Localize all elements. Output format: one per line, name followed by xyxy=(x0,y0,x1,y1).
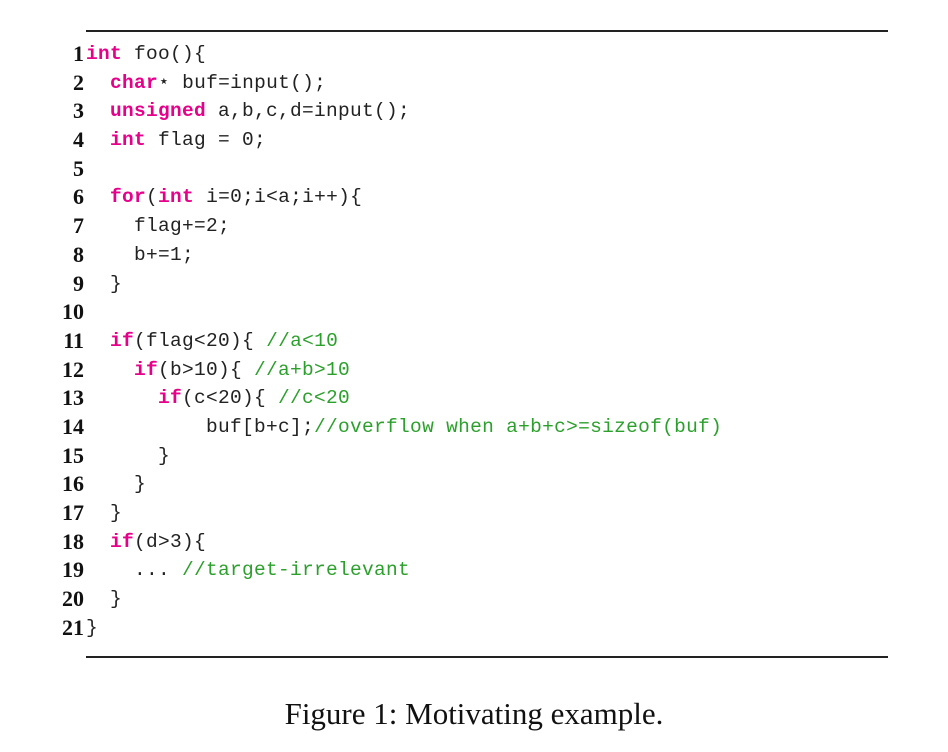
line-number: 5 xyxy=(73,155,84,181)
keyword: if xyxy=(110,530,135,553)
line-number: 9 xyxy=(73,270,84,296)
line-number: 16 xyxy=(62,471,84,497)
bottom-rule xyxy=(86,656,888,658)
comment: //a<10 xyxy=(266,329,339,352)
line-source: } xyxy=(86,499,122,528)
line-source: } xyxy=(86,614,98,643)
code-text: foo(){ xyxy=(122,43,207,65)
comment: //target-irrelevant xyxy=(182,559,411,582)
code-text: (d>3){ xyxy=(134,530,207,553)
code-text: (c<20){ xyxy=(182,387,279,410)
line-source: if(d>3){ xyxy=(86,528,206,557)
comment: //c<20 xyxy=(278,387,351,410)
keyword: if xyxy=(134,358,159,381)
code-text: b+=1; xyxy=(86,243,195,266)
keyword: unsigned xyxy=(110,100,207,123)
line-number: 17 xyxy=(62,500,84,525)
line-number: 4 xyxy=(73,127,84,153)
line-source: } xyxy=(86,470,146,499)
code-text: flag+=2; xyxy=(86,215,231,238)
line-source: } xyxy=(86,442,170,471)
line-source: if(flag<20){ //a<10 xyxy=(86,327,338,356)
code-text: (b>10){ xyxy=(158,358,255,381)
code-text: buf[b+c]; xyxy=(86,415,315,438)
code-text: } xyxy=(86,588,123,611)
keyword: if xyxy=(158,387,183,410)
line-number: 6 xyxy=(73,184,84,210)
keyword: int xyxy=(158,186,195,209)
line-source: for(int i=0;i<a;i++){ xyxy=(86,183,362,212)
code-text: flag = 0; xyxy=(146,129,267,152)
code-text: } xyxy=(86,473,147,496)
line-source: b+=1; xyxy=(86,241,194,270)
line-number: 7 xyxy=(73,213,84,239)
line-number: 21 xyxy=(62,614,84,640)
line-source: int flag = 0; xyxy=(86,126,266,155)
line-number: 15 xyxy=(62,442,84,468)
line-source: char⋆ buf=input(); xyxy=(86,69,326,98)
top-rule xyxy=(86,30,888,32)
code-text: ⋆ buf=input(); xyxy=(158,71,327,94)
line-source: if(c<20){ //c<20 xyxy=(86,384,350,413)
line-source: } xyxy=(86,585,122,614)
code-text: } xyxy=(86,272,123,295)
line-number: 11 xyxy=(63,327,84,353)
figure-caption: Figure 1: Motivating example. xyxy=(284,696,664,731)
line-source: flag+=2; xyxy=(86,212,230,241)
code-text: a,b,c,d=input(); xyxy=(206,100,411,123)
keyword: int xyxy=(110,129,147,152)
line-source: if(b>10){ //a+b>10 xyxy=(86,356,350,385)
code-text: } xyxy=(86,444,171,467)
line-number: 18 xyxy=(62,528,84,554)
code-text: } xyxy=(86,616,99,639)
keyword: if xyxy=(110,329,135,352)
line-number: 20 xyxy=(62,586,84,612)
line-number: 8 xyxy=(73,241,84,267)
keyword: char xyxy=(110,71,159,94)
line-source: buf[b+c];//overflow when a+b+c>=sizeof(b… xyxy=(86,413,722,442)
line-source: int foo(){ xyxy=(86,40,206,69)
line-number: 12 xyxy=(62,356,84,382)
line-source: unsigned a,b,c,d=input(); xyxy=(86,97,410,126)
code-text: (flag<20){ xyxy=(134,329,267,352)
code-text: ( xyxy=(146,186,159,209)
line-number: 10 xyxy=(62,299,84,325)
line-number: 14 xyxy=(62,413,84,439)
code-text: } xyxy=(86,502,123,524)
code-text: i=0;i<a;i++){ xyxy=(194,186,363,209)
line-number: 3 xyxy=(73,98,84,124)
line-number: 2 xyxy=(73,69,84,95)
comment: //overflow when a+b+c>=sizeof(buf) xyxy=(314,415,723,438)
line-number: 19 xyxy=(62,557,84,583)
code-text: ... xyxy=(86,559,183,582)
keyword: int xyxy=(86,43,123,65)
comment: //a+b>10 xyxy=(254,358,351,381)
line-number: 13 xyxy=(62,385,84,411)
keyword: for xyxy=(110,186,147,209)
line-source: ... //target-irrelevant xyxy=(86,556,410,585)
line-source: } xyxy=(86,270,122,299)
line-number: 1 xyxy=(73,41,84,66)
